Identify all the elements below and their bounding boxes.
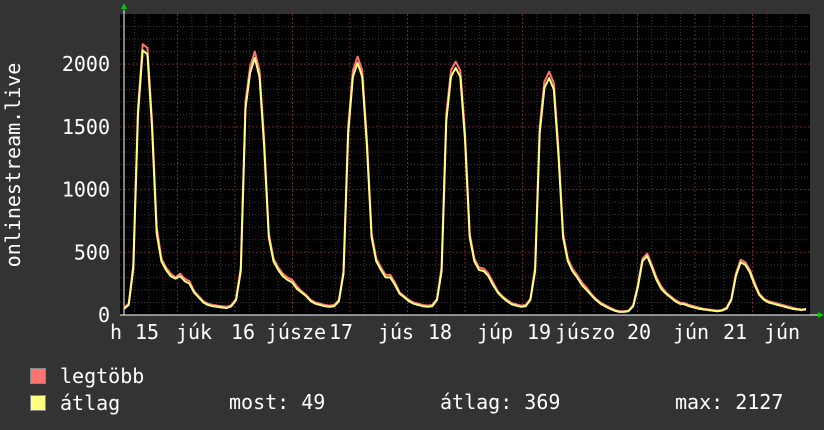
y-axis-arrow [121, 3, 127, 9]
x-tick-label: h [110, 320, 122, 344]
x-tick-label: 20 [627, 320, 651, 344]
stat-max: max: 2127 [675, 390, 784, 414]
y-tick-label: 500 [74, 240, 110, 264]
x-tick-label: 21 [723, 320, 747, 344]
x-tick-label: júp [477, 320, 513, 344]
x-tick-label: 18 [428, 320, 452, 344]
x-tick-label: 17 [329, 320, 353, 344]
y-tick-label: 1500 [62, 115, 110, 139]
legend-max-label: legtöbb [60, 364, 145, 388]
x-tick-label: júk [176, 320, 212, 344]
legend-avg-label: átlag [60, 391, 121, 415]
x-tick-label: júsze [266, 320, 326, 344]
x-tick-label: 19 [527, 320, 551, 344]
x-tick-label: 15 [135, 320, 159, 344]
avg-swatch [30, 395, 46, 411]
stat-avg: átlag: 369 [440, 390, 561, 414]
x-tick-label: jún [673, 320, 709, 344]
x-tick-label: júszo [555, 320, 615, 344]
x-tick-label: jús [378, 320, 414, 344]
legend-item-max: legtöbb [30, 364, 144, 388]
x-tick-labels: h 15 júk 16 júsze 17 jús 18 júp 19 júszo 20 jún 21 jún [110, 320, 800, 344]
x-tick-label: jún [764, 320, 800, 344]
x-tick-label: 16 [231, 320, 255, 344]
legend-item-avg: átlag [30, 391, 120, 415]
y-tick-labels: 0 500 1000 1500 2000 [62, 52, 110, 327]
y-tick-label: 1000 [62, 178, 110, 202]
y-axis-label: onlinestream.live [1, 63, 25, 268]
x-axis-arrow [818, 312, 824, 318]
y-tick-label: 2000 [62, 52, 110, 76]
stat-now: most: 49 [229, 390, 326, 414]
y-tick-label: 0 [98, 303, 110, 327]
max-swatch [30, 368, 46, 384]
